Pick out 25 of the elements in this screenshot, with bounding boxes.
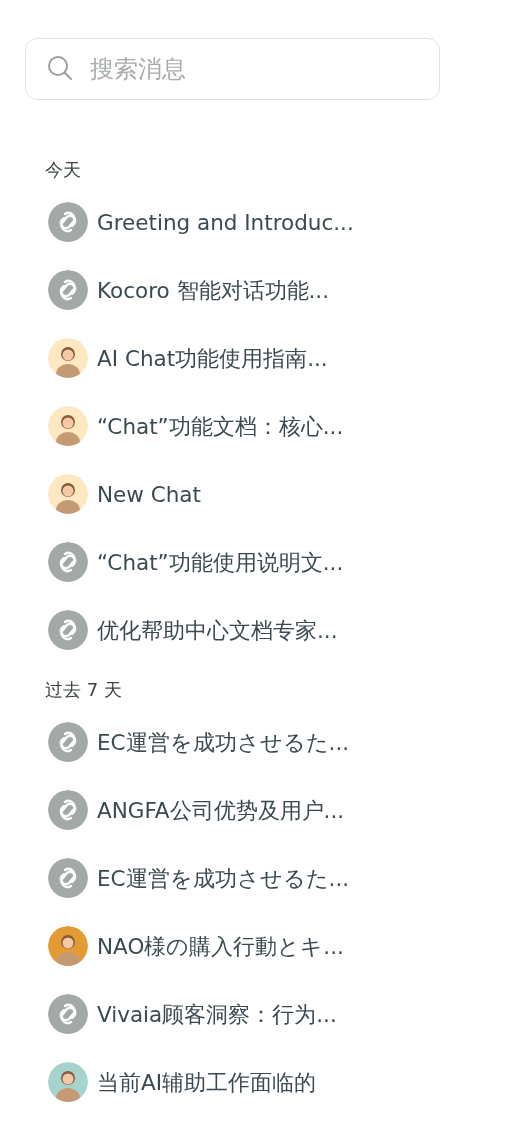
logo-icon xyxy=(48,542,88,582)
chat-title[interactable]: Kocoro 智能对话功能... xyxy=(97,275,329,305)
section-heading: 过去 7 天 xyxy=(45,678,122,702)
logo-icon xyxy=(48,994,88,1034)
chat-title[interactable]: “Chat”功能文档：核心... xyxy=(97,411,344,441)
chat-title[interactable]: 优化帮助中心文档专家... xyxy=(97,615,338,645)
chat-title[interactable]: New Chat xyxy=(97,481,201,507)
chat-title[interactable]: AI Chat功能使用指南... xyxy=(97,343,328,373)
search-icon xyxy=(46,54,74,82)
chat-title[interactable]: Greeting and Introduc... xyxy=(97,209,354,235)
logo-icon xyxy=(48,790,88,830)
chat-title[interactable]: 当前AI辅助工作面临的 xyxy=(97,1067,317,1097)
logo-icon xyxy=(48,202,88,242)
logo-icon xyxy=(48,270,88,310)
search-field[interactable]: 搜索消息 xyxy=(25,38,440,100)
chat-title[interactable]: EC運営を成功させるた... xyxy=(97,727,350,757)
chat-title[interactable]: EC運営を成功させるた... xyxy=(97,863,350,893)
logo-icon xyxy=(48,722,88,762)
logo-icon xyxy=(48,610,88,650)
chat-title[interactable]: Vivaia顾客洞察：行为... xyxy=(97,999,337,1029)
logo-icon xyxy=(48,858,88,898)
chat-title[interactable]: ANGFA公司优势及用户... xyxy=(97,795,345,825)
chat-title[interactable]: “Chat”功能使用说明文... xyxy=(97,547,344,577)
section-heading: 今天 xyxy=(45,158,81,182)
chat-title[interactable]: NAO様の購入行動とキ... xyxy=(97,931,344,961)
